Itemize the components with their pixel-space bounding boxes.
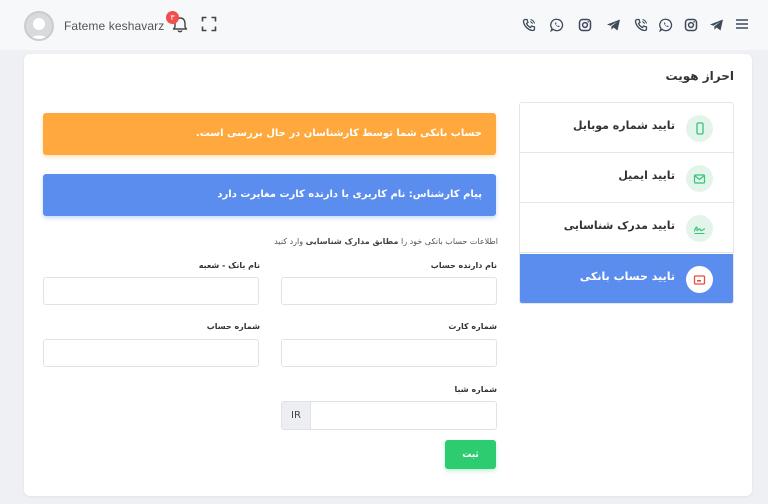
step-label: تایید شماره موبایل bbox=[573, 119, 675, 132]
instagram-icon[interactable] bbox=[574, 14, 596, 36]
intro-prefix: اطلاعات حساب بانکی خود را bbox=[400, 237, 498, 246]
card-number-input[interactable] bbox=[281, 339, 497, 367]
instagram-icon[interactable] bbox=[680, 14, 702, 36]
step-label: تایید مدرک شناسایی bbox=[563, 219, 675, 232]
step-label: تایید حساب بانکی bbox=[579, 270, 675, 283]
notification-badge: ۳ bbox=[166, 11, 179, 24]
intro-suffix: وارد کنید bbox=[274, 237, 304, 246]
phone-icon[interactable] bbox=[630, 14, 652, 36]
bank-branch-label: نام بانک - شعبه bbox=[198, 261, 260, 270]
fullscreen-icon[interactable] bbox=[201, 16, 217, 32]
phone-icon[interactable] bbox=[518, 14, 540, 36]
expert-message-alert: پیام کارشناس: نام کاربری با دارنده کارت … bbox=[43, 174, 496, 216]
bank-branch-input[interactable] bbox=[43, 277, 259, 305]
card-number-label: شماره کارت bbox=[448, 322, 497, 331]
telegram-icon[interactable] bbox=[602, 14, 624, 36]
account-number-input[interactable] bbox=[43, 339, 259, 367]
submit-button[interactable]: ثبت bbox=[445, 440, 496, 469]
social-links-group-2 bbox=[630, 14, 727, 36]
review-status-alert: حساب بانکی شما توسط کارشناسان در حال برر… bbox=[43, 113, 496, 155]
sheba-prefix: IR bbox=[281, 401, 310, 430]
bank-card-icon bbox=[686, 266, 713, 293]
signature-icon bbox=[686, 215, 713, 242]
step-email[interactable]: تایید ایمیل bbox=[520, 153, 733, 203]
page-title: احراز هویت bbox=[665, 69, 734, 83]
sheba-number-label: شماره شبا bbox=[454, 385, 497, 394]
holder-name-input[interactable] bbox=[281, 277, 497, 305]
user-menu[interactable]: Fateme keshavarz bbox=[24, 10, 164, 42]
whatsapp-icon[interactable] bbox=[655, 14, 677, 36]
sheba-number-input[interactable] bbox=[310, 401, 497, 430]
form-instructions: اطلاعات حساب بانکی خود را مطابق مدارک شن… bbox=[274, 237, 498, 246]
verification-steps: تایید شماره موبایل تایید ایمیل تایید مدر… bbox=[519, 102, 734, 304]
top-header: Fateme keshavarz ۳ bbox=[0, 0, 768, 50]
step-mobile[interactable]: تایید شماره موبایل bbox=[520, 103, 733, 153]
avatar[interactable] bbox=[24, 11, 54, 41]
hamburger-icon[interactable] bbox=[735, 17, 749, 31]
intro-bold: مطابق مدارک شناسایی bbox=[305, 237, 399, 246]
step-id-document[interactable]: تایید مدرک شناسایی bbox=[520, 203, 733, 253]
holder-name-label: نام دارنده حساب bbox=[430, 261, 497, 270]
user-name[interactable]: Fateme keshavarz bbox=[64, 19, 164, 33]
social-links-group-1 bbox=[518, 14, 624, 36]
account-number-label: شماره حساب bbox=[206, 322, 260, 331]
step-label: تایید ایمیل bbox=[618, 169, 675, 182]
step-bank-account[interactable]: تایید حساب بانکی bbox=[520, 254, 733, 303]
whatsapp-icon[interactable] bbox=[546, 14, 568, 36]
identity-verification-panel: احراز هویت تایید شماره موبایل تایید ایمی… bbox=[24, 54, 752, 496]
email-icon bbox=[686, 165, 713, 192]
telegram-icon[interactable] bbox=[705, 14, 727, 36]
mobile-icon bbox=[686, 115, 713, 142]
